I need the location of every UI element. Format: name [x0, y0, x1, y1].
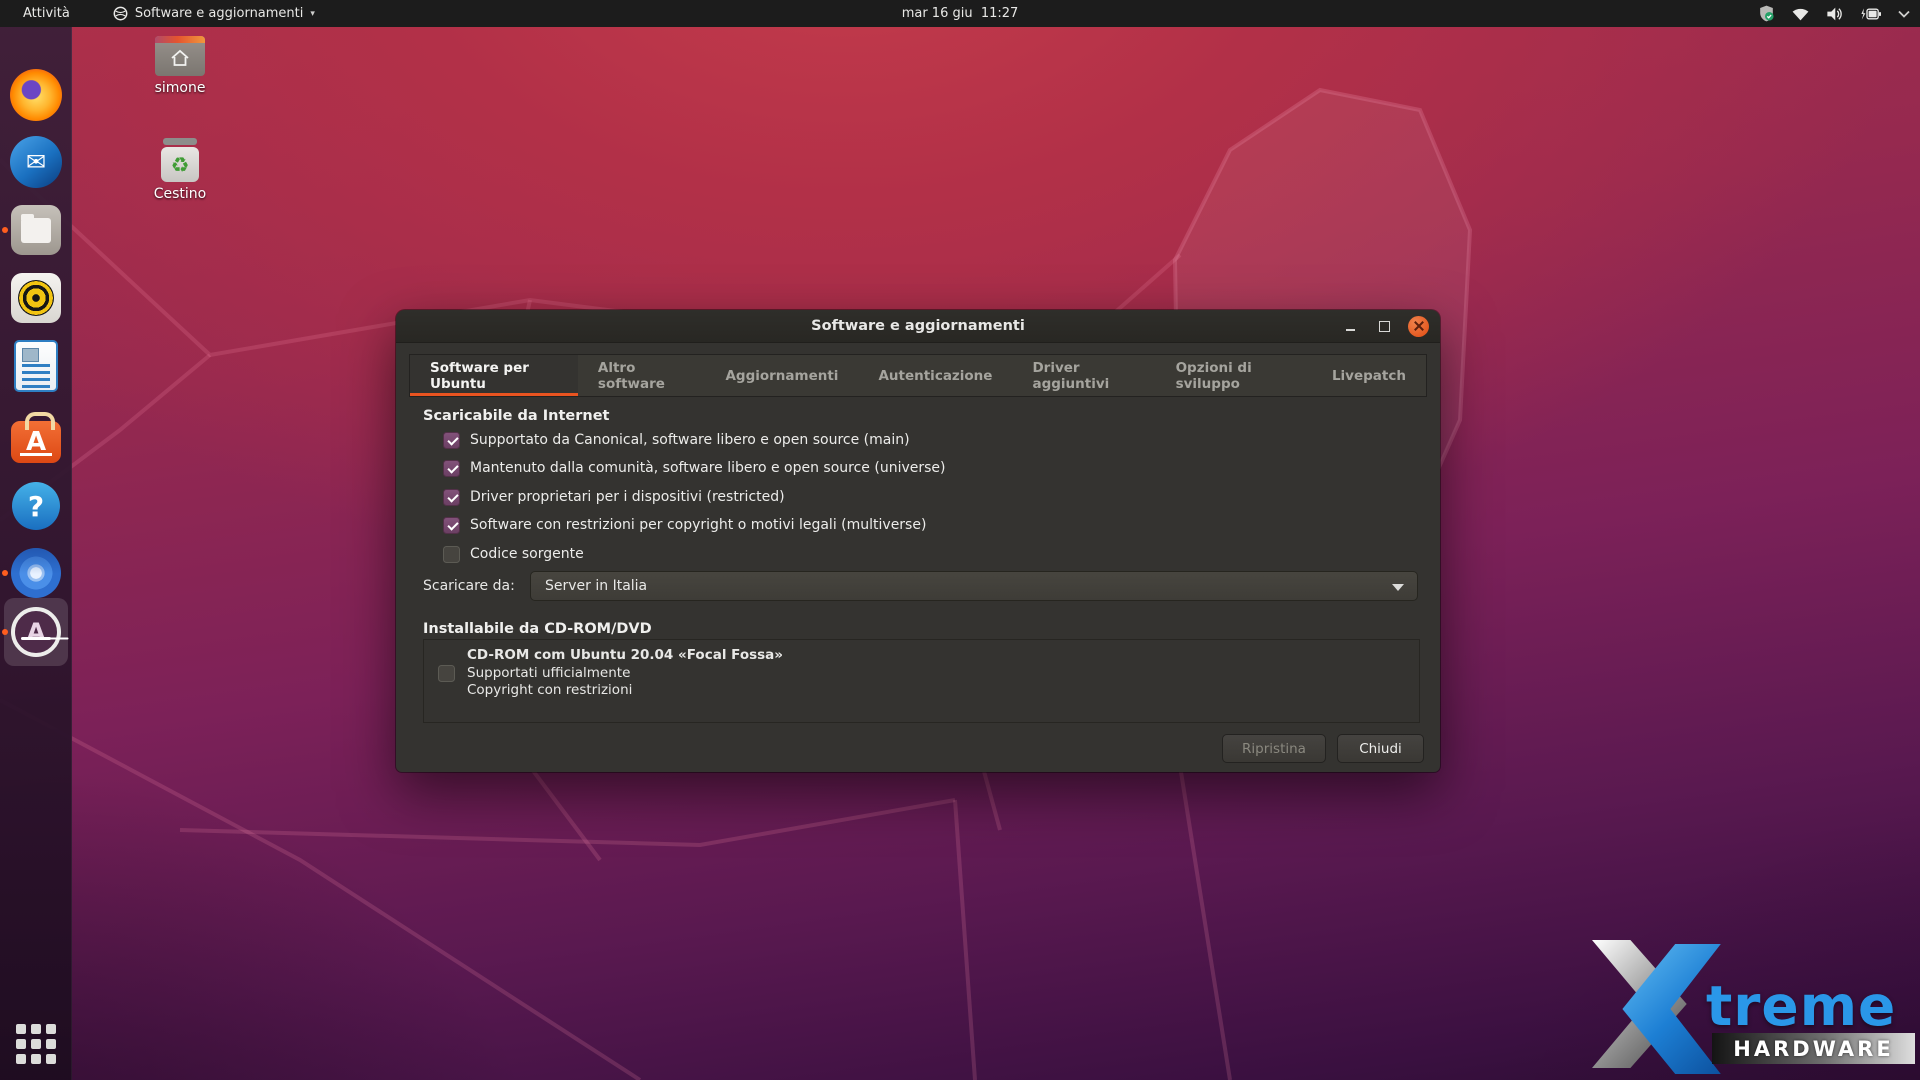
tab-altro-software[interactable]: Altro software — [578, 355, 706, 396]
ubuntu-software-icon: A — [11, 421, 61, 463]
dock-item-software-updates[interactable]: A — [4, 598, 68, 666]
dock-item-chromium[interactable] — [4, 541, 68, 605]
checkbox-label: Driver proprietari per i dispositivi (re… — [470, 489, 785, 505]
cdrom-title: CD-ROM com Ubuntu 20.04 «Focal Fossa» — [467, 647, 783, 665]
tab-driver-aggiuntivi[interactable]: Driver aggiuntivi — [1012, 355, 1155, 396]
wifi-icon[interactable] — [1791, 6, 1810, 22]
window-titlebar[interactable]: Software e aggiornamenti — [396, 310, 1440, 343]
activities-button[interactable]: Attività — [14, 6, 79, 21]
server-dropdown[interactable]: Server in Italia — [530, 571, 1418, 601]
desktop-icon-trash[interactable]: ♻ Cestino — [136, 138, 224, 202]
cdrom-item[interactable]: CD-ROM com Ubuntu 20.04 «Focal Fossa» Su… — [467, 647, 783, 700]
tab-aggiornamenti[interactable]: Aggiornamenti — [705, 355, 858, 396]
top-bar: Attività Software e aggiornamenti ▾ mar … — [0, 0, 1920, 27]
firefox-icon — [10, 69, 62, 121]
desktop-icon-home[interactable]: simone — [136, 36, 224, 96]
cdrom-line: Supportati ufficialmente — [467, 665, 783, 683]
checkbox-universe[interactable]: Mantenuto dalla comunità, software liber… — [443, 459, 946, 477]
running-indicator — [2, 227, 8, 233]
files-icon — [11, 205, 61, 255]
running-indicator — [2, 629, 8, 635]
shield-check-icon[interactable] — [1757, 4, 1776, 23]
tab-autenticazione[interactable]: Autenticazione — [858, 355, 1012, 396]
system-tray[interactable] — [1757, 0, 1910, 27]
minimize-icon[interactable] — [1340, 316, 1360, 336]
dock-item-firefox[interactable] — [4, 63, 68, 127]
close-icon[interactable] — [1408, 316, 1429, 337]
software-properties-icon — [113, 6, 128, 21]
tab-opzioni-di-sviluppo[interactable]: Opzioni di sviluppo — [1156, 355, 1312, 396]
recycle-glyph-icon: ♻ — [161, 147, 199, 182]
checkbox-source-code[interactable]: Codice sorgente — [443, 545, 584, 563]
dropdown-arrow-icon — [1392, 584, 1404, 597]
dock-item-files[interactable] — [4, 198, 68, 262]
checkbox-checked-icon[interactable] — [443, 460, 460, 477]
cdrom-section-heading: Installabile da CD-ROM/DVD — [423, 621, 652, 637]
cdrom-frame: CD-ROM com Ubuntu 20.04 «Focal Fossa» Su… — [423, 639, 1420, 723]
tab-software-per-ubuntu[interactable]: Software per Ubuntu — [410, 355, 578, 396]
watermark-treme-text: treme — [1706, 974, 1896, 1038]
dock-item-libreoffice-writer[interactable] — [4, 334, 68, 398]
cdrom-line: Copyright con restrizioni — [467, 682, 783, 700]
close-button[interactable]: Chiudi — [1337, 734, 1424, 763]
checkbox-multiverse[interactable]: Software con restrizioni per copyright o… — [443, 516, 926, 534]
desktop-screen: Attività Software e aggiornamenti ▾ mar … — [0, 0, 1920, 1080]
libreoffice-writer-icon — [14, 340, 58, 392]
volume-icon[interactable] — [1825, 6, 1844, 22]
desktop-icon-label: Cestino — [136, 186, 224, 202]
help-icon: ? — [12, 482, 60, 530]
chevron-down-icon[interactable] — [1898, 10, 1910, 18]
home-folder-icon — [155, 36, 205, 76]
internet-section-heading: Scaricabile da Internet — [423, 408, 609, 424]
checkbox-checked-icon[interactable] — [443, 517, 460, 534]
checkbox-label: Codice sorgente — [470, 546, 584, 562]
clock[interactable]: mar 16 giu 11:27 — [902, 6, 1019, 21]
chevron-down-icon: ▾ — [310, 9, 315, 19]
checkbox-checked-icon[interactable] — [443, 432, 460, 449]
download-from-label: Scaricare da: — [423, 571, 515, 601]
tab-bar: Software per Ubuntu Altro software Aggio… — [409, 354, 1427, 397]
checkbox-label: Mantenuto dalla comunità, software liber… — [470, 460, 946, 476]
checkbox-label: Software con restrizioni per copyright o… — [470, 517, 926, 533]
running-indicator — [2, 570, 8, 576]
window-controls — [1340, 310, 1429, 342]
desktop-icon-label: simone — [136, 80, 224, 96]
app-indicator-label: Software e aggiornamenti — [135, 6, 304, 21]
watermark-hardware-text: HARDWARE — [1712, 1033, 1915, 1064]
thunderbird-icon: ✉ — [10, 136, 62, 188]
xtreme-hardware-logo-icon — [1592, 940, 1720, 1068]
maximize-icon[interactable] — [1374, 316, 1394, 336]
server-dropdown-value: Server in Italia — [545, 578, 647, 594]
checkbox-unchecked-icon[interactable] — [443, 546, 460, 563]
show-applications-icon[interactable] — [16, 1024, 60, 1064]
checkbox-restricted[interactable]: Driver proprietari per i dispositivi (re… — [443, 488, 785, 506]
dock: ✉ A ? A — [0, 27, 72, 1080]
dock-item-ubuntu-software[interactable]: A — [4, 406, 68, 470]
app-indicator-menu[interactable]: Software e aggiornamenti ▾ — [113, 6, 315, 21]
dock-item-thunderbird[interactable]: ✉ — [4, 130, 68, 194]
tab-livepatch[interactable]: Livepatch — [1312, 355, 1426, 396]
window-title: Software e aggiornamenti — [811, 318, 1025, 334]
checkbox-label: Supportato da Canonical, software libero… — [470, 432, 910, 448]
dock-item-rhythmbox[interactable] — [4, 266, 68, 330]
reset-button[interactable]: Ripristina — [1222, 734, 1326, 763]
software-updates-window: Software e aggiornamenti Software per Ub… — [396, 310, 1440, 772]
trash-icon: ♻ — [158, 138, 202, 184]
checkbox-main[interactable]: Supportato da Canonical, software libero… — [443, 431, 910, 449]
battery-charging-icon[interactable] — [1859, 6, 1883, 22]
rhythmbox-icon — [11, 273, 61, 323]
checkbox-checked-icon[interactable] — [443, 489, 460, 506]
checkbox-unchecked-icon[interactable] — [438, 665, 455, 682]
software-properties-icon: A — [11, 607, 61, 657]
home-glyph-icon — [169, 49, 191, 67]
dock-item-help[interactable]: ? — [4, 474, 68, 538]
chromium-icon — [11, 548, 61, 598]
